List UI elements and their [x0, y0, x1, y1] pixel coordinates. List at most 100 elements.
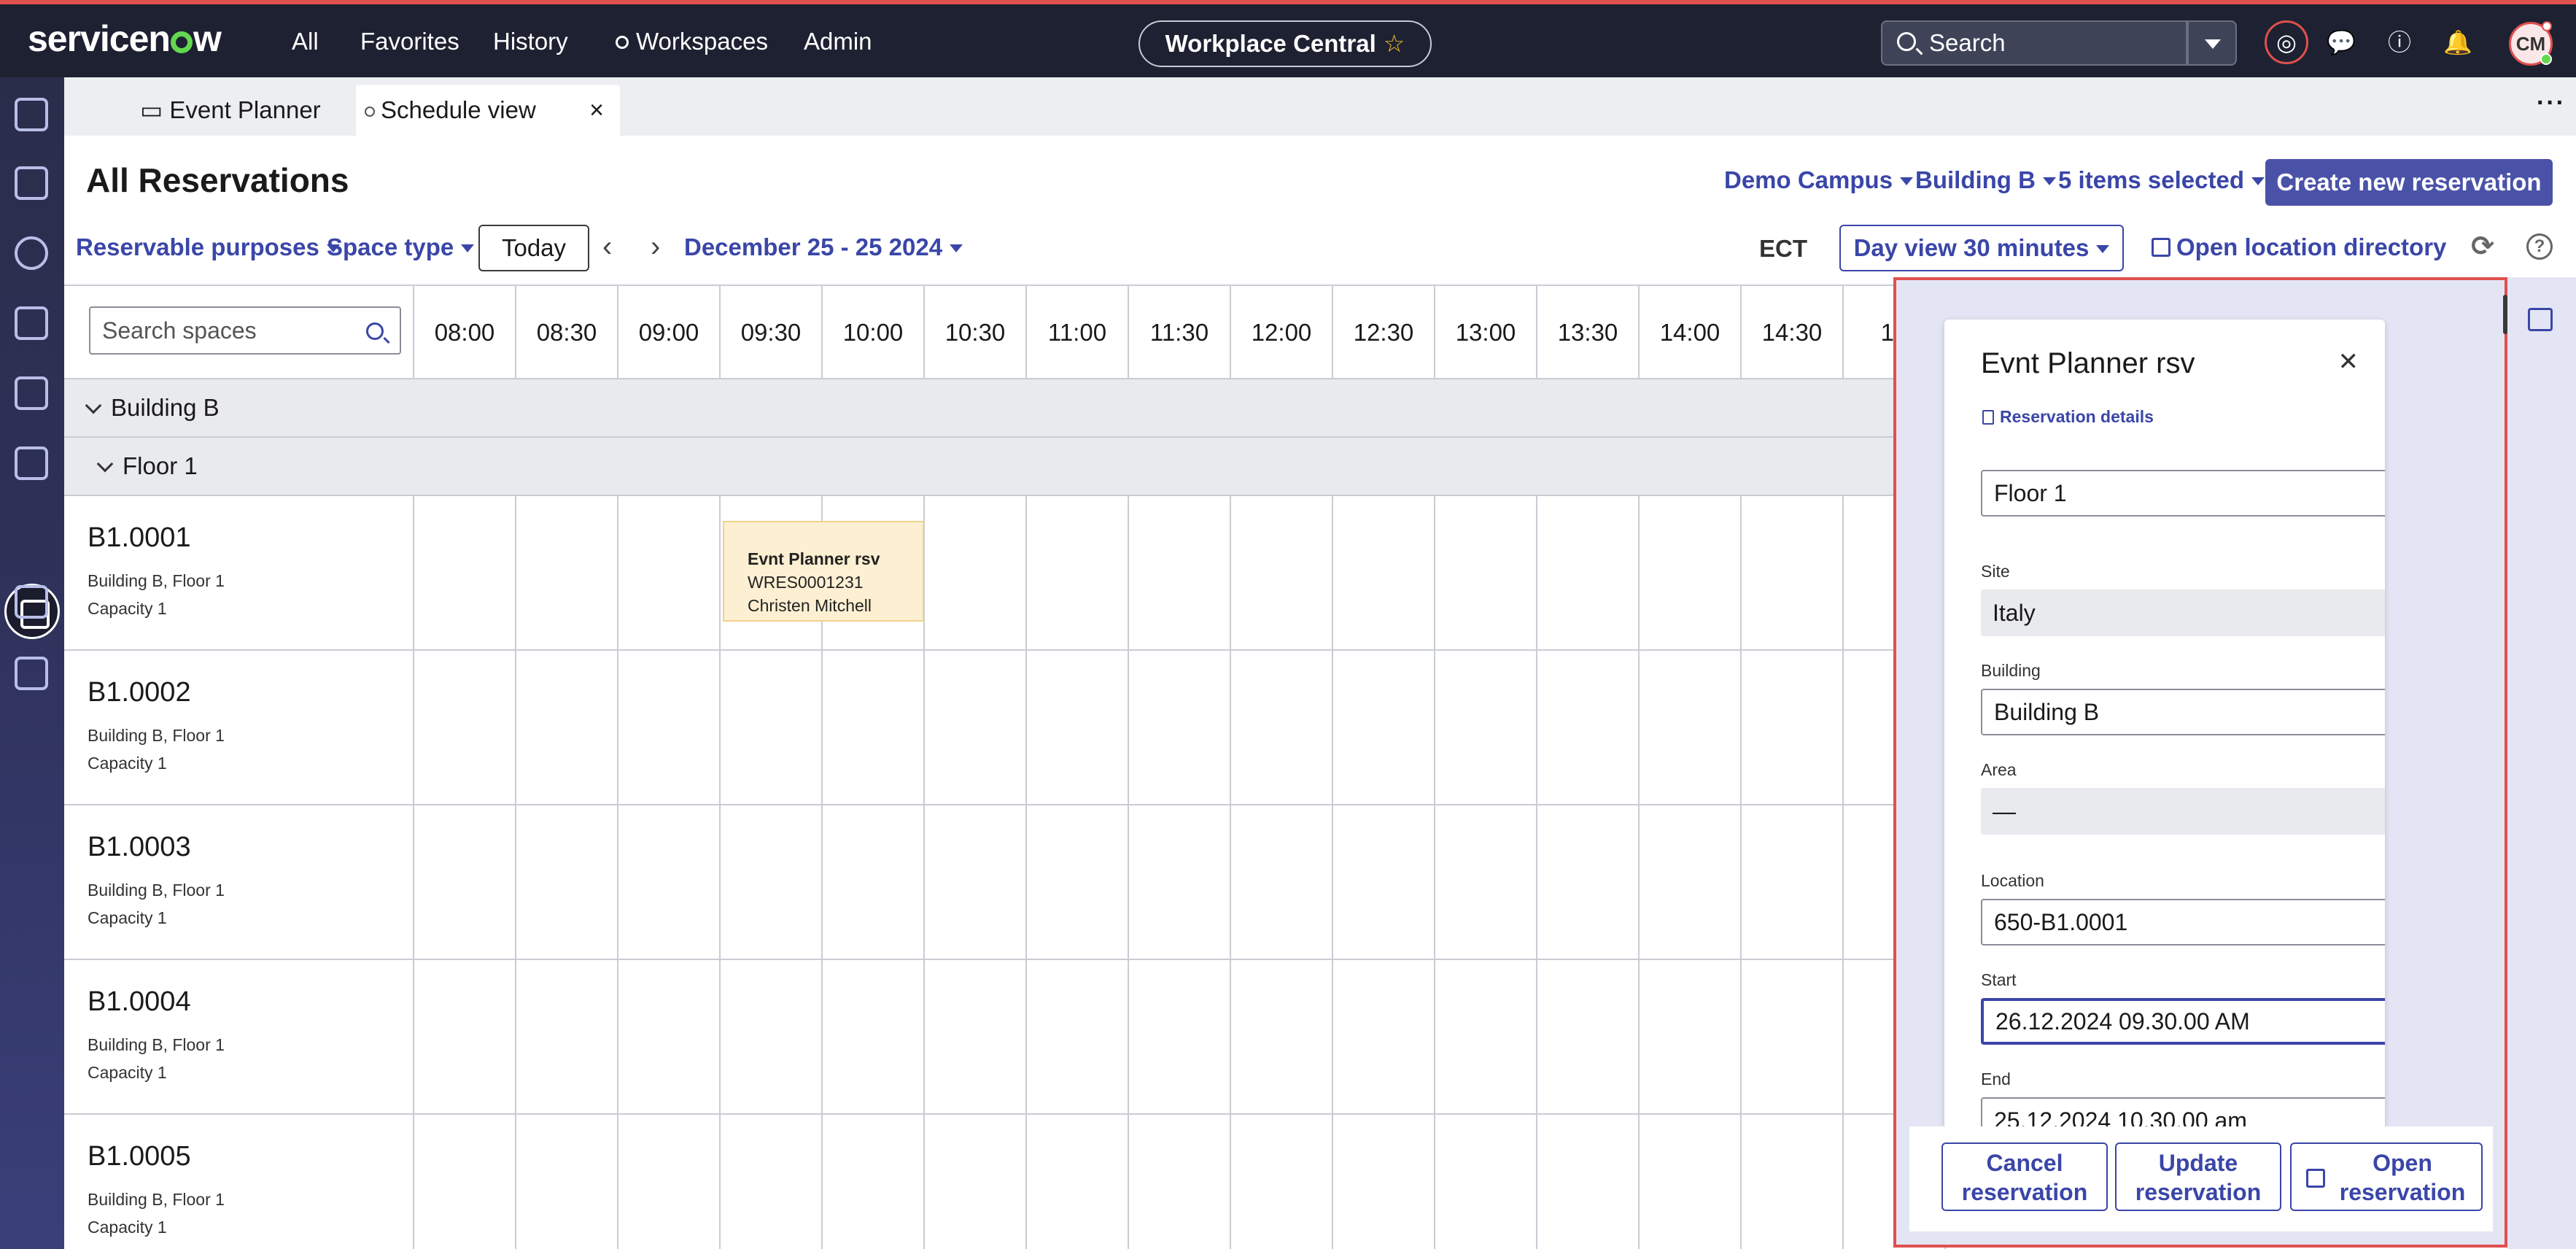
time-slot-cell[interactable] — [925, 496, 1027, 651]
help-icon[interactable]: ⓘ — [2383, 26, 2416, 58]
time-slot-cell[interactable] — [1027, 1115, 1129, 1249]
time-slot-cell[interactable] — [516, 960, 618, 1115]
time-slot-cell[interactable] — [1027, 805, 1129, 960]
time-slot-cell[interactable] — [1640, 960, 1742, 1115]
global-search-input[interactable]: Search — [1881, 20, 2187, 66]
start-datetime-field[interactable]: 26.12.2024 09.30.00 AM — [1981, 998, 2385, 1045]
time-slot-cell[interactable] — [618, 1115, 721, 1249]
floor-field[interactable]: Floor 1 — [1981, 470, 2385, 517]
time-slot-cell[interactable] — [721, 960, 823, 1115]
time-slot-cell[interactable] — [1129, 960, 1231, 1115]
search-scope-dropdown[interactable] — [2187, 20, 2237, 66]
time-slot-cell[interactable] — [618, 496, 721, 651]
time-slot-cell[interactable] — [1742, 651, 1844, 805]
space-type-filter[interactable]: Space type — [327, 233, 474, 261]
time-slot-cell[interactable] — [1027, 496, 1129, 651]
avatar[interactable]: CM — [2509, 21, 2553, 66]
settings-gear-icon[interactable] — [15, 236, 48, 270]
end-datetime-field[interactable]: 25.12.2024 10.30.00 am — [1981, 1097, 2385, 1129]
time-slot-cell[interactable] — [1537, 1115, 1640, 1249]
time-slot-cell[interactable] — [1640, 651, 1742, 805]
time-slot-cell[interactable] — [1537, 805, 1640, 960]
time-slot-cell[interactable] — [1640, 805, 1742, 960]
time-slot-cell[interactable] — [1129, 1115, 1231, 1249]
create-new-reservation-button[interactable]: Create new reservation — [2265, 159, 2553, 206]
building-filter[interactable]: Building B — [1915, 166, 2056, 194]
items-selected-filter[interactable]: 5 items selected — [2058, 166, 2265, 194]
time-slot-cell[interactable] — [1742, 1115, 1844, 1249]
time-slot-cell[interactable] — [1435, 1115, 1537, 1249]
time-slot-cell[interactable] — [1027, 960, 1129, 1115]
today-button[interactable]: Today — [478, 225, 589, 271]
chevron-right-icon[interactable]: › — [651, 231, 660, 263]
time-slot-cell[interactable] — [618, 805, 721, 960]
time-slot-cell[interactable] — [1333, 651, 1435, 805]
tablet-icon[interactable] — [15, 657, 48, 690]
calendar-clock-icon[interactable] — [15, 446, 48, 480]
time-slot-cell[interactable] — [721, 651, 823, 805]
time-slot-cell[interactable] — [1742, 805, 1844, 960]
chevron-left-icon[interactable]: ‹ — [602, 231, 612, 263]
time-slot-cell[interactable] — [1435, 960, 1537, 1115]
time-slot-cell[interactable] — [1333, 805, 1435, 960]
more-tabs-icon[interactable]: ··· — [2537, 89, 2566, 117]
time-slot-cell[interactable] — [1742, 960, 1844, 1115]
group-row-floor[interactable]: Floor 1 — [64, 438, 1895, 496]
time-slot-cell[interactable] — [1129, 651, 1231, 805]
servicenow-logo[interactable]: servicen w — [28, 18, 222, 60]
time-slot-cell[interactable] — [516, 651, 618, 805]
group-row-building[interactable]: Building B — [64, 379, 1895, 438]
workspace-pill[interactable]: Workplace Central ☆ — [1138, 20, 1432, 67]
time-slot-cell[interactable] — [618, 960, 721, 1115]
time-slot-cell[interactable] — [823, 805, 925, 960]
time-slot-cell[interactable] — [1742, 496, 1844, 651]
update-reservation-button[interactable]: Update reservation — [2115, 1142, 2281, 1211]
star-icon[interactable]: ☆ — [1384, 30, 1405, 57]
time-slot-cell[interactable] — [1231, 496, 1333, 651]
time-slot-cell[interactable] — [1640, 496, 1742, 651]
help-circle-icon[interactable]: ? — [2526, 233, 2553, 260]
time-slot-cell[interactable] — [414, 496, 516, 651]
refresh-icon[interactable]: ⟳ — [2470, 233, 2496, 260]
time-slot-cell[interactable] — [823, 960, 925, 1115]
day-view-dropdown[interactable]: Day view 30 minutes — [1839, 225, 2124, 271]
time-slot-cell[interactable] — [1435, 651, 1537, 805]
time-slot-cell[interactable] — [925, 960, 1027, 1115]
time-slot-cell[interactable] — [721, 1115, 823, 1249]
time-slot-cell[interactable] — [1640, 1115, 1742, 1249]
home-icon[interactable] — [15, 98, 48, 131]
dashboard-icon[interactable] — [15, 166, 48, 200]
nav-all[interactable]: All — [292, 28, 319, 55]
nav-favorites[interactable]: Favorites — [360, 28, 459, 55]
tab-schedule-view[interactable]: Schedule view × — [356, 85, 620, 136]
time-slot-cell[interactable] — [1027, 651, 1129, 805]
time-slot-cell[interactable] — [1231, 651, 1333, 805]
time-slot-cell[interactable] — [823, 1115, 925, 1249]
time-slot-cell[interactable] — [925, 805, 1027, 960]
list-icon[interactable] — [15, 306, 48, 340]
calendar-check-icon[interactable] — [15, 585, 48, 619]
space-row-label[interactable]: B1.0001 Building B, Floor 1 Capacity 1 — [64, 496, 414, 651]
time-slot-cell[interactable] — [516, 1115, 618, 1249]
time-slot-cell[interactable] — [1537, 496, 1640, 651]
open-location-directory-link[interactable]: Open location directory — [2152, 233, 2446, 261]
clipboard-icon[interactable] — [15, 376, 48, 410]
time-slot-cell[interactable] — [1231, 805, 1333, 960]
tab-event-planner[interactable]: ▭ Event Planner — [140, 85, 321, 136]
cancel-reservation-button[interactable]: Cancel reservation — [1941, 1142, 2108, 1211]
space-row-label[interactable]: B1.0002 Building B, Floor 1 Capacity 1 — [64, 651, 414, 805]
time-slot-cell[interactable] — [1537, 651, 1640, 805]
time-slot-cell[interactable] — [1333, 1115, 1435, 1249]
calendar-icon[interactable] — [2528, 308, 2553, 331]
space-row-label[interactable]: B1.0004 Building B, Floor 1 Capacity 1 — [64, 960, 414, 1115]
time-slot-cell[interactable] — [618, 651, 721, 805]
time-slot-cell[interactable] — [925, 651, 1027, 805]
search-spaces-input[interactable]: Search spaces — [89, 306, 401, 355]
nav-admin[interactable]: Admin — [804, 28, 872, 55]
date-range-picker[interactable]: December 25 - 25 2024 — [684, 233, 963, 261]
campus-filter[interactable]: Demo Campus — [1724, 166, 1913, 194]
reservation-block[interactable]: Evnt Planner rsv WRES0001231 Christen Mi… — [723, 521, 924, 622]
time-slot-cell[interactable] — [1231, 960, 1333, 1115]
time-slot-cell[interactable] — [1435, 805, 1537, 960]
time-slot-cell[interactable] — [516, 496, 618, 651]
